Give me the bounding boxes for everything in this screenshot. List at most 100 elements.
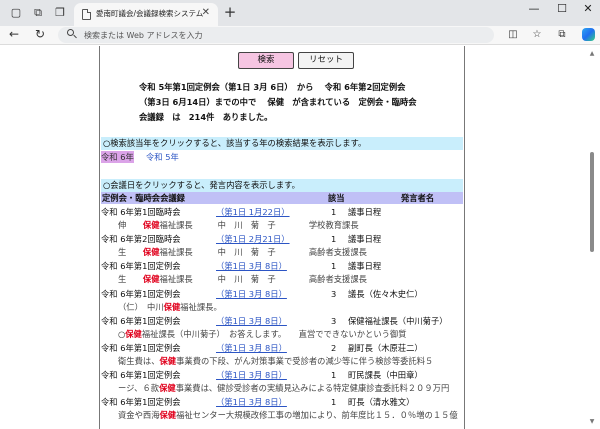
result-meeting: 令和 6年第1回定例会 bbox=[101, 261, 181, 272]
snippet-post: 事業費の下段、がん対策事業で受診者の減少等に伴う検診等委託料５ bbox=[176, 356, 434, 366]
snippet-keyword-highlight: 保健 bbox=[142, 274, 160, 285]
reset-button[interactable]: リセット bbox=[298, 52, 354, 69]
snippet-post: 福祉課長（中川菊子） お答えします。 直営でできないかという御質 bbox=[141, 328, 407, 339]
result-date-link[interactable]: （第1日 3月 8日） bbox=[216, 342, 287, 355]
tab-actions-icon[interactable]: ❐ bbox=[52, 5, 68, 21]
result-item-number: 1 bbox=[331, 234, 337, 245]
browser-tab[interactable]: 愛南町議会/会議録検索システム ✕ bbox=[74, 3, 218, 26]
result-meeting: 令和 6年第1回定例会 bbox=[101, 288, 181, 299]
snippet-post: 福祉課長 中 川 菊 子 高齢者支援課長 bbox=[159, 274, 367, 285]
result-speaker: 副町長（木原荘二） bbox=[348, 343, 423, 353]
header-item: 該当 bbox=[328, 193, 345, 203]
result-snippet: 生 保健福祉課長 中 川 菊 子 高齢者支援課長 bbox=[118, 246, 367, 258]
search-button[interactable]: 検索 bbox=[238, 52, 294, 69]
address-bar[interactable]: 検索または Web アドレスを入力 bbox=[58, 27, 494, 43]
snippet-pre: 衛生費は、 bbox=[118, 356, 160, 366]
result-item-number: 1 bbox=[331, 207, 337, 217]
collections-icon[interactable]: ⧉ bbox=[555, 29, 569, 40]
result-row: 令和 6年第1回定例会 （第1日 3月 8日） 1 町長（清水雅文） bbox=[101, 396, 463, 409]
split-screen-icon[interactable]: ◫ bbox=[506, 29, 520, 40]
profile-icon[interactable]: ▢ bbox=[8, 5, 24, 21]
result-row: 令和 6年第1回定例会 （第1日 3月 8日） 1 町民課長（中田章） bbox=[101, 369, 463, 382]
snippet-keyword-highlight: 保健 bbox=[142, 220, 160, 230]
tab-title: 愛南町議会/会議録検索システム bbox=[96, 9, 204, 18]
result-date-link[interactable]: （第1日 3月 8日） bbox=[216, 260, 287, 273]
copilot-icon[interactable] bbox=[582, 28, 595, 41]
scrollbar[interactable]: ▲ ▼ bbox=[588, 50, 596, 425]
snippet-post: 福祉課長 中 川 菊 子 高齢者支援課長 bbox=[159, 247, 367, 258]
result-meeting: 令和 6年第1回定例会 bbox=[101, 343, 181, 353]
result-item-number: 3 bbox=[331, 288, 337, 299]
result-row: 令和 6年第1回定例会 （第1日 3月 8日） 3 保健福祉課長（中川菊子） bbox=[101, 315, 463, 328]
search-icon bbox=[67, 29, 74, 36]
header-meeting: 定例会・臨時会会議録 bbox=[102, 193, 185, 203]
snippet-pre: 資金や西海 bbox=[118, 410, 160, 421]
result-meeting: 令和 6年第1回定例会 bbox=[101, 315, 181, 326]
result-row: 令和 6年第2回臨時会 （第1日 2月21日） 1 議事日程 bbox=[101, 233, 463, 246]
result-date-link[interactable]: （第1日 3月 8日） bbox=[216, 288, 287, 301]
refresh-icon[interactable]: ↻ bbox=[33, 27, 47, 41]
year-link-2023[interactable]: 令和 5年 bbox=[146, 151, 179, 163]
result-speaker: 町長（清水雅文） bbox=[348, 397, 415, 408]
favorites-icon[interactable]: ☆ bbox=[530, 29, 544, 40]
result-speaker: 議事日程 bbox=[348, 207, 382, 217]
result-snippet: 伸 保健福祉課長 中 川 菊 子 学校教育課長 bbox=[118, 219, 359, 231]
scroll-down-icon[interactable]: ▼ bbox=[588, 418, 596, 425]
result-row: 令和 6年第1回定例会 （第1日 3月 8日） 3 議長（佐々木史仁） bbox=[101, 288, 463, 301]
snippet-post: 事業費は、健診受診者の実績見込みによる特定健康診査委託料２０９万円 bbox=[175, 383, 450, 394]
snippet-pre: 生 bbox=[118, 274, 143, 285]
summary-line-2: （第3日 6月14日）までの中で 保健 が含まれている 定例会・臨時会 bbox=[139, 97, 417, 107]
workspaces-icon[interactable]: ⧉ bbox=[30, 5, 46, 21]
result-date-link[interactable]: （第1日 1月22日） bbox=[216, 206, 290, 219]
summary-line-1: 令和 5年第1回定例会（第1日 3月 6日） から 令和 6年第2回定例会 bbox=[139, 82, 406, 92]
result-row: 令和 6年第1回定例会 （第1日 3月 8日） 2 副町長（木原荘二） bbox=[101, 342, 463, 355]
summary-line-3: 会議録 は 214件 ありました。 bbox=[139, 112, 273, 122]
back-arrow-icon[interactable]: ← bbox=[7, 27, 21, 41]
result-item-number: 1 bbox=[331, 370, 337, 381]
result-snippet: 衛生費は、保健事業費の下段、がん対策事業で受診者の減少等に伴う検診等委託料５ bbox=[118, 355, 433, 367]
snippet-keyword-highlight: 保健 bbox=[159, 383, 176, 394]
year-guide-text: ○検索該当年をクリックすると、該当する年の検索結果を表示します。 bbox=[101, 137, 463, 150]
result-item-number: 2 bbox=[331, 343, 337, 353]
result-item-number: 1 bbox=[331, 261, 337, 272]
address-toolbar: ← ↻ 検索または Web アドレスを入力 ◫ ☆ ⧉ bbox=[0, 26, 600, 45]
result-snippet: ージ、６款保健事業費は、健診受診者の実績見込みによる特定健康診査委託料２０９万円 bbox=[118, 382, 449, 394]
scroll-up-icon[interactable]: ▲ bbox=[588, 50, 596, 57]
result-date-link[interactable]: （第1日 2月21日） bbox=[216, 233, 290, 246]
result-date-link[interactable]: （第1日 3月 8日） bbox=[216, 315, 287, 328]
snippet-post: 福祉課長 中 川 菊 子 学校教育課長 bbox=[159, 220, 359, 230]
result-date-link[interactable]: （第1日 3月 8日） bbox=[216, 369, 287, 382]
minimize-button[interactable]: — bbox=[526, 2, 542, 15]
maximize-button[interactable]: ☐ bbox=[554, 2, 570, 15]
scrollbar-thumb[interactable] bbox=[590, 152, 594, 252]
new-tab-button[interactable]: + bbox=[222, 3, 238, 21]
snippet-pre: 生 bbox=[118, 247, 143, 258]
header-speaker: 発言者名 bbox=[401, 193, 435, 203]
snippet-pre: 伸 bbox=[118, 220, 143, 230]
snippet-post: 福祉センター大規模改修工事の増加により、前年度比１５．０％増の１５億 bbox=[176, 410, 458, 421]
tab-close-icon[interactable]: ✕ bbox=[202, 7, 210, 18]
result-speaker: 保健福祉課長（中川菊子） bbox=[348, 315, 448, 326]
result-date-link[interactable]: （第1日 3月 8日） bbox=[216, 396, 287, 409]
page-favicon-icon bbox=[82, 9, 91, 20]
snippet-keyword-highlight: 保健 bbox=[142, 247, 160, 258]
result-speaker: 議事日程 bbox=[348, 234, 382, 245]
result-snippet: 生 保健福祉課長 中 川 菊 子 高齢者支援課長 bbox=[118, 273, 367, 285]
tab-bar: ▢ ⧉ ❐ 愛南町議会/会議録検索システム ✕ + — ☐ ✕ bbox=[0, 0, 600, 26]
close-window-button[interactable]: ✕ bbox=[580, 2, 596, 15]
result-speaker: 議事日程 bbox=[348, 261, 382, 272]
address-placeholder: 検索または Web アドレスを入力 bbox=[84, 31, 203, 40]
snippet-keyword-highlight: 保健 bbox=[159, 356, 177, 366]
results-table-header: 定例会・臨時会会議録 該当 発言者名 bbox=[101, 192, 463, 204]
snippet-pre: ージ、６款 bbox=[118, 383, 160, 394]
snippet-keyword-highlight: 保健 bbox=[159, 410, 177, 421]
year-link-2024[interactable]: 令和 6年 bbox=[101, 151, 134, 163]
result-speaker: 町民課長（中田章） bbox=[348, 370, 423, 381]
result-meeting: 令和 6年第1回定例会 bbox=[101, 370, 181, 381]
snippet-post: 福祉課長。 bbox=[180, 301, 222, 312]
snippet-keyword-highlight: 保健 bbox=[163, 301, 181, 312]
result-snippet: ○保健福祉課長（中川菊子） お答えします。 直営でできないかという御質 bbox=[118, 328, 407, 340]
result-item-number: 1 bbox=[331, 397, 337, 408]
snippet-pre: （仁） 中川 bbox=[118, 301, 164, 312]
result-item-number: 3 bbox=[331, 315, 337, 326]
